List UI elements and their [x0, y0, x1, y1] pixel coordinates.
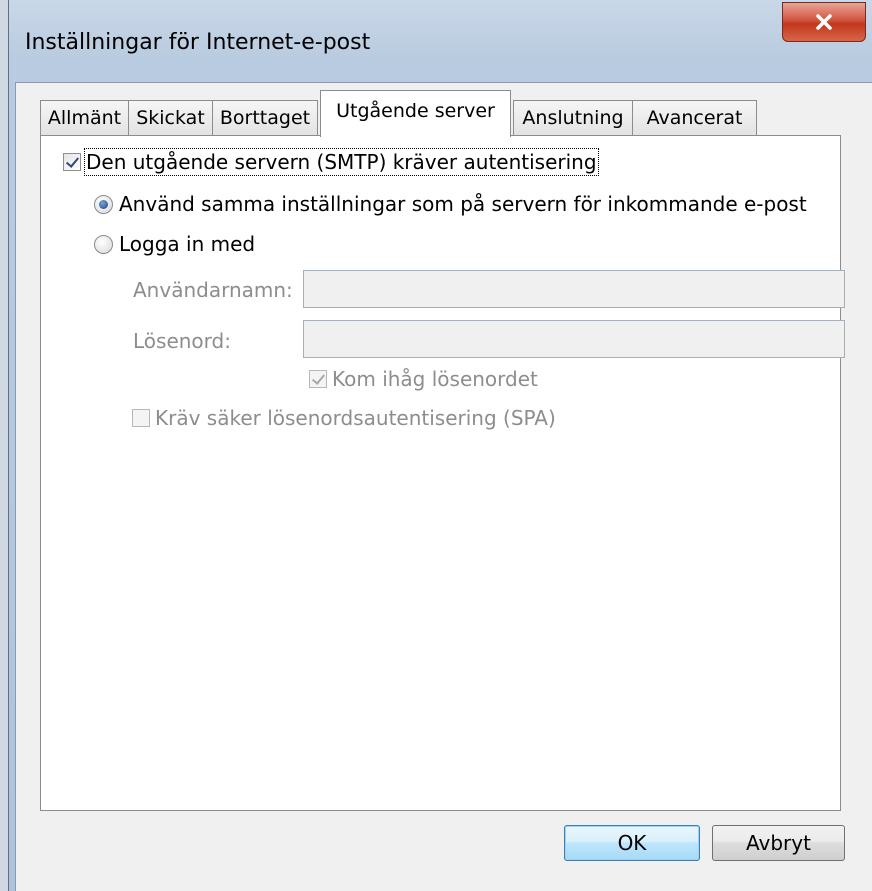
dialog-window: Inställningar för Internet-e-post Allmän… [8, 0, 872, 891]
smtp-auth-checkbox[interactable] [63, 153, 81, 171]
password-label: Lösenord: [133, 329, 231, 353]
title-bar[interactable]: Inställningar för Internet-e-post [9, 0, 872, 80]
tab-utgaende-server[interactable]: Utgående server [320, 90, 511, 137]
login-with-radio[interactable] [94, 234, 113, 254]
close-icon [816, 14, 832, 30]
remember-password-label: Kom ihåg lösenordet [332, 367, 538, 391]
tab-avancerat[interactable]: Avancerat [632, 100, 757, 136]
dialog-client-area: Allmänt Skickat Borttaget Utgående serve… [15, 82, 872, 891]
tab-allmant[interactable]: Allmänt [40, 100, 129, 136]
username-label: Användarnamn: [133, 278, 293, 302]
password-input[interactable] [303, 320, 845, 358]
smtp-auth-label: Den utgående servern (SMTP) kräver auten… [84, 148, 599, 176]
remember-password-checkbox[interactable] [309, 370, 327, 388]
tab-anslutning[interactable]: Anslutning [513, 100, 633, 136]
cancel-button[interactable]: Avbryt [712, 825, 845, 861]
tab-panel: Den utgående servern (SMTP) kräver auten… [40, 135, 845, 811]
spa-checkbox[interactable] [132, 409, 150, 427]
close-button[interactable] [782, 2, 866, 42]
login-with-label: Logga in med [119, 232, 256, 256]
same-settings-radio-row[interactable]: Använd samma inställningar som på server… [94, 192, 807, 216]
spa-label: Kräv säker lösenordsautentisering (SPA) [155, 406, 556, 430]
tab-borttaget[interactable]: Borttaget [212, 100, 318, 136]
login-with-radio-row[interactable]: Logga in med [94, 232, 255, 256]
tab-skickat[interactable]: Skickat [128, 100, 213, 136]
remember-password-row[interactable]: Kom ihåg lösenordet [309, 367, 538, 391]
window-title: Inställningar för Internet-e-post [25, 30, 371, 55]
username-input[interactable] [303, 270, 845, 308]
ok-button[interactable]: OK [564, 825, 700, 861]
spa-checkbox-row[interactable]: Kräv säker lösenordsautentisering (SPA) [132, 406, 556, 430]
smtp-auth-checkbox-row[interactable]: Den utgående servern (SMTP) kräver auten… [63, 148, 599, 176]
same-settings-label: Använd samma inställningar som på server… [119, 192, 807, 216]
same-settings-radio[interactable] [94, 194, 113, 214]
